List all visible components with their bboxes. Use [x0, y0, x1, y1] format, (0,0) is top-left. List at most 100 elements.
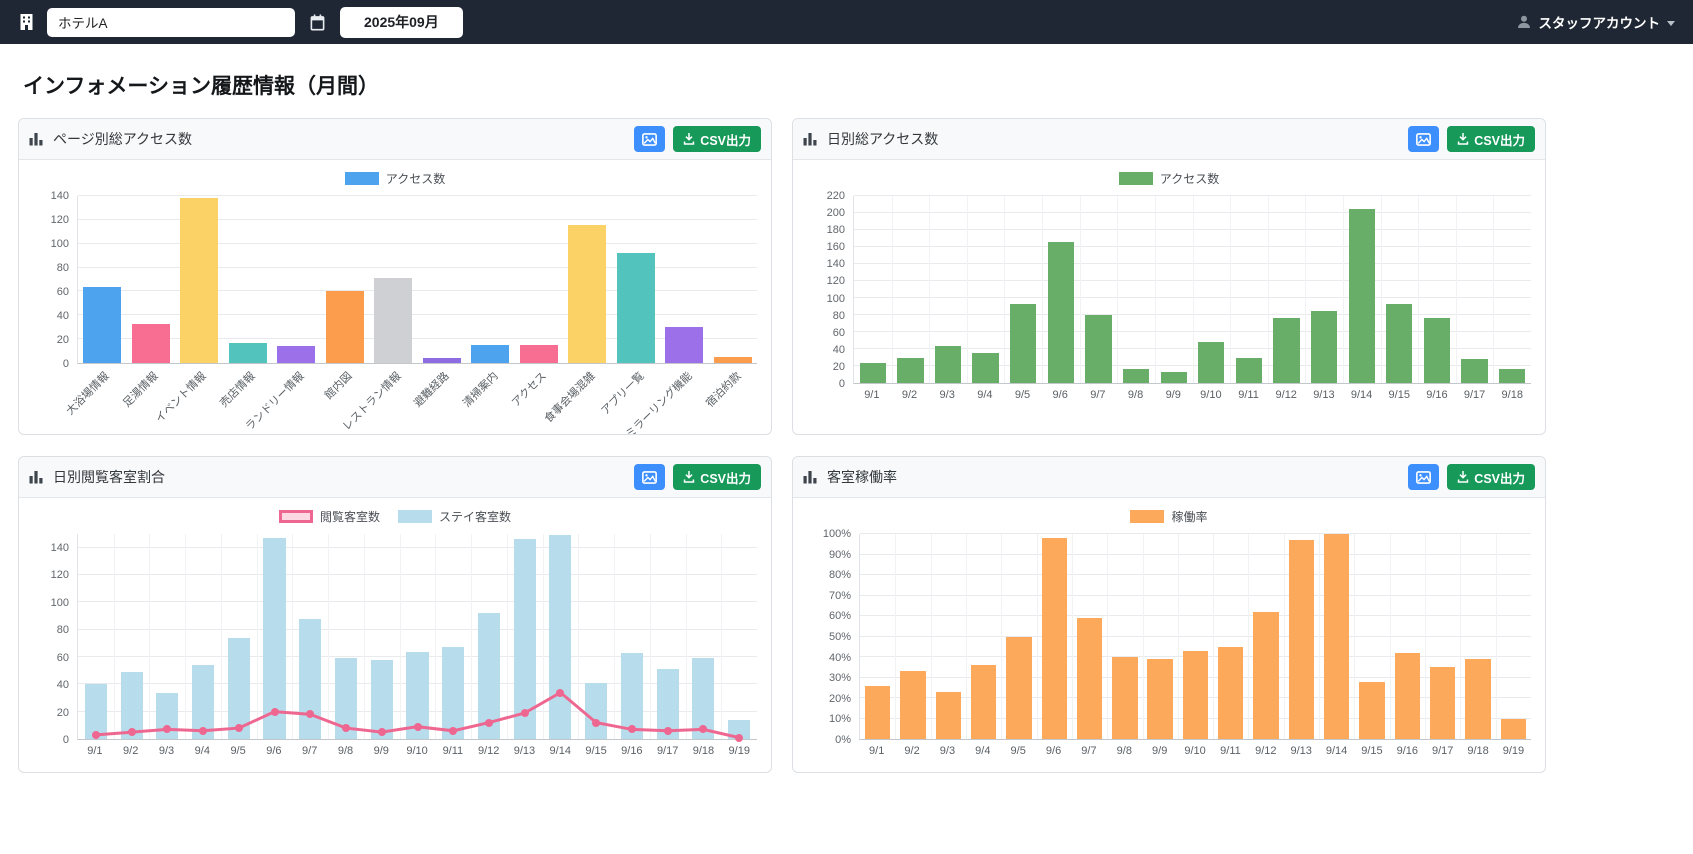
x-tick-label: 9/10 — [1177, 740, 1212, 757]
chart-legend: 稼働率 — [807, 503, 1531, 534]
x-tick-label: 9/5 — [1001, 740, 1036, 757]
csv-export-button[interactable]: CSV出力 — [673, 464, 761, 490]
bar — [1253, 611, 1279, 739]
x-tick-text: 9/18 — [1467, 745, 1489, 757]
hotel-name-input[interactable] — [47, 7, 295, 37]
x-tick-text: 宿泊約款 — [703, 370, 744, 410]
csv-export-button[interactable]: CSV出力 — [1447, 126, 1535, 152]
y-tick-label: 90% — [828, 548, 851, 561]
x-tick-label: 9/11 — [1213, 740, 1248, 757]
y-tick-label: 40 — [56, 679, 69, 692]
x-tick-text: 売店情報 — [218, 370, 258, 410]
x-tick-label: 9/9 — [1142, 740, 1177, 757]
bar — [1499, 368, 1526, 383]
bar — [568, 224, 607, 363]
x-tick-label: 9/13 — [1284, 740, 1319, 757]
image-export-button[interactable] — [1408, 126, 1440, 152]
image-icon — [1416, 470, 1432, 484]
x-tick-text: 9/16 — [1396, 745, 1419, 757]
bar — [1500, 718, 1526, 739]
legend-swatch — [1130, 510, 1165, 523]
room-view-combo-chart: 閲覧客室数 ステイ客室数 0 20 40 60 80 100 120 140 9/1 9/2 9/3 9/… — [33, 503, 757, 768]
x-tick-text: 9/9 — [1152, 745, 1168, 757]
x-tick-label: 9/4 — [966, 384, 1004, 401]
x-tick-label: 9/9 — [1154, 384, 1192, 401]
bar — [1235, 357, 1263, 383]
chart-legend: アクセス数 — [33, 165, 757, 196]
csv-button-label: CSV出力 — [700, 133, 751, 148]
x-tick-label: 清掃案内 — [461, 364, 515, 430]
x-tick-label: 9/18 — [1460, 740, 1495, 757]
x-tick-label: 9/3 — [930, 740, 965, 757]
legend-item: アクセス数 — [1118, 170, 1219, 187]
x-tick-label: 9/15 — [1380, 384, 1418, 401]
bar-chart-icon — [803, 132, 818, 146]
line-series — [78, 534, 757, 739]
x-tick-label: ランドリー情報 — [243, 364, 320, 433]
bar — [1394, 652, 1421, 739]
image-export-button[interactable] — [634, 464, 666, 490]
x-tick-text: 9/19 — [1502, 745, 1525, 757]
bar — [1112, 657, 1138, 739]
line-point — [270, 707, 279, 716]
x-tick-text: 9/8 — [337, 745, 354, 757]
chart-plot — [77, 534, 757, 742]
y-tick-label: 200 — [826, 207, 845, 220]
bar — [972, 353, 999, 383]
x-tick-label: レストラン情報 — [340, 364, 417, 433]
download-icon — [683, 133, 695, 145]
building-icon — [18, 13, 35, 31]
card-body: 稼働率 0% 10% 20% 30% 40% 50% 60% 70% 80% 90% 100% 9/1 9… — [793, 498, 1545, 772]
x-tick-label: 9/18 — [686, 740, 722, 757]
y-tick-label: 80 — [832, 309, 845, 322]
csv-export-button[interactable]: CSV出力 — [1447, 464, 1535, 490]
legend-swatch — [398, 510, 432, 523]
legend-label: 閲覧客室数 — [319, 510, 380, 524]
image-export-button[interactable] — [634, 126, 666, 152]
month-picker[interactable]: 2025年09月 — [340, 6, 463, 38]
x-tick-label: 9/19 — [1496, 740, 1531, 757]
page-access-bar-chart: アクセス数 0 20 40 60 80 100 120 140 大浴場情報 足湯情報 イベント情報 売店… — [33, 165, 757, 434]
x-tick-label: 9/11 — [1230, 384, 1268, 401]
x-tick-label: 9/14 — [1343, 384, 1381, 401]
y-tick-label: 220 — [826, 190, 845, 202]
x-tick-text: 9/10 — [406, 745, 428, 757]
occupancy-bar-chart: 稼働率 0% 10% 20% 30% 40% 50% 60% 70% 80% 90% 100% 9/1 9… — [807, 503, 1531, 768]
y-tick-label: 140 — [50, 190, 69, 202]
bar — [1324, 534, 1350, 739]
x-tick-label: 9/17 — [1425, 740, 1460, 757]
bar-chart-icon — [803, 470, 818, 484]
chart-card-page-access: ページ別総アクセス数 CSV出力 アクセス数 0 20 40 60 80 100… — [18, 118, 772, 435]
chart-legend: アクセス数 — [807, 165, 1531, 196]
x-tick-label: 9/1 — [853, 384, 891, 401]
x-tick-label: 9/2 — [891, 384, 929, 401]
chart-card-daily-access: 日別総アクセス数 CSV出力 アクセス数 0 20 40 60 80 100 1… — [792, 118, 1546, 435]
y-tick-label: 0 — [838, 378, 845, 390]
image-icon — [1416, 132, 1432, 146]
card-body: 閲覧客室数 ステイ客室数 0 20 40 60 80 100 120 140 9/1 9/2 9/3 9/… — [19, 498, 771, 772]
card-body: アクセス数 0 20 40 60 80 100 120 140 大浴場情報 足湯情報 イベント情報 売店… — [19, 160, 771, 434]
x-axis: 9/1 9/2 9/3 9/4 9/5 9/6 9/7 9/8 9/9 9/10 9/11 9/12 9… — [853, 384, 1531, 401]
x-tick-text: 9/5 — [230, 745, 246, 757]
daily-access-bar-chart: アクセス数 0 20 40 60 80 100 120 140 160 180 200 220 9/1 9/… — [807, 165, 1531, 430]
x-tick-text: 9/6 — [266, 745, 282, 757]
x-tick-label: 9/2 — [894, 740, 929, 757]
account-menu[interactable]: スタッフアカウント — [1516, 12, 1675, 32]
y-tick-label: 20 — [56, 334, 69, 346]
chart-plot — [77, 195, 757, 364]
bar — [1122, 368, 1150, 383]
caret-down-icon — [1667, 20, 1675, 26]
x-axis: 9/1 9/2 9/3 9/4 9/5 9/6 9/7 9/8 9/9 9/10 9/11 9/12 9… — [859, 740, 1531, 757]
calendar-button[interactable] — [307, 12, 328, 33]
image-export-button[interactable] — [1408, 464, 1440, 490]
x-tick-text: 足湯情報 — [120, 370, 161, 410]
x-tick-text: 9/14 — [549, 745, 571, 757]
bar — [1273, 317, 1300, 383]
csv-export-button[interactable]: CSV出力 — [673, 126, 761, 152]
csv-button-label: CSV出力 — [700, 471, 751, 486]
x-tick-label: 9/17 — [1456, 384, 1494, 401]
x-tick-label: 食事会場混雑 — [543, 364, 612, 430]
legend-item: 閲覧客室数 — [278, 508, 380, 525]
x-tick-label: 9/6 — [256, 740, 292, 757]
x-tick-text: 9/11 — [1238, 389, 1259, 401]
